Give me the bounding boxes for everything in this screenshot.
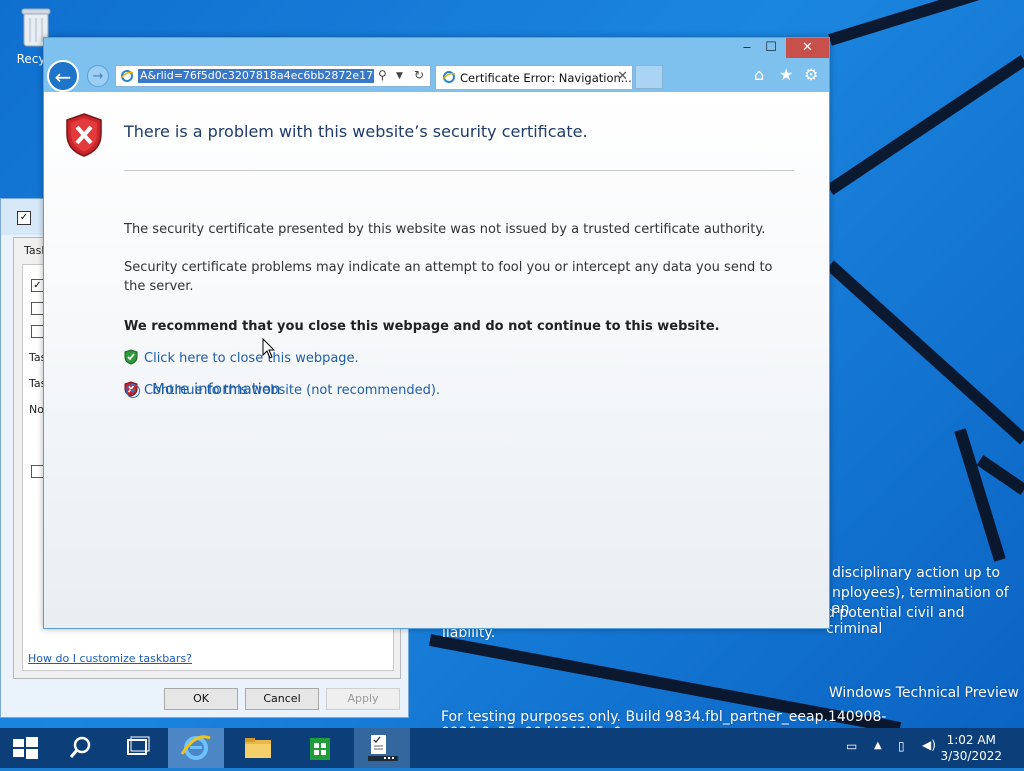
- task-view-button[interactable]: [110, 728, 166, 768]
- legal-text-line-1: disciplinary action up to: [832, 565, 1001, 581]
- address-url[interactable]: A&rlid=76f5d0c3207818a4ec6bb2872e179091: [138, 69, 374, 83]
- new-tab-button[interactable]: [635, 65, 663, 89]
- network-icon[interactable]: ▯: [898, 739, 905, 753]
- properties-checklist-icon: [368, 735, 398, 761]
- checkbox-app-icon: ✓: [17, 211, 31, 225]
- red-shield-x-icon: [66, 113, 102, 157]
- ok-button[interactable]: OK: [164, 688, 238, 710]
- show-hidden-icons-icon[interactable]: ▲: [874, 740, 882, 751]
- file-explorer-button[interactable]: [230, 728, 286, 768]
- error-title: There is a problem with this website’s s…: [124, 122, 588, 141]
- ie-window: ‒ ☐ ✕ ← → A&rlid=76f5d0c3207818a4ec6bb28…: [43, 37, 830, 629]
- taskbar-properties-button[interactable]: [354, 728, 410, 768]
- ie-chrome: ‒ ☐ ✕ ← → A&rlid=76f5d0c3207818a4ec6bb28…: [44, 38, 829, 92]
- ie-content: There is a problem with this website’s s…: [44, 92, 829, 628]
- internet-explorer-icon: [180, 735, 211, 760]
- tab-title: Certificate Error: Navigation...: [460, 71, 632, 85]
- volume-icon[interactable]: ◀): [922, 738, 936, 752]
- minimize-button[interactable]: ‒: [734, 38, 760, 58]
- expand-chevron-icon[interactable]: [126, 384, 140, 398]
- home-icon[interactable]: ⌂: [754, 65, 764, 84]
- ie-taskbar-button[interactable]: [168, 728, 224, 768]
- cancel-button[interactable]: Cancel: [245, 688, 319, 710]
- task-view-icon: [127, 736, 150, 755]
- windows-logo-icon: [13, 737, 38, 759]
- ie-page-icon: [120, 70, 134, 82]
- maximize-button[interactable]: ☐: [758, 38, 784, 58]
- folder-icon: [245, 738, 271, 758]
- help-link-customize-taskbars[interactable]: How do I customize taskbars?: [28, 652, 192, 665]
- dropdown-arrow-icon[interactable]: ▼: [396, 71, 403, 81]
- green-shield-icon: [124, 349, 138, 365]
- back-button[interactable]: ←: [47, 60, 79, 92]
- more-information-link[interactable]: More information: [152, 380, 281, 398]
- error-para-1: The security certificate presented by th…: [124, 222, 766, 237]
- system-clock[interactable]: 1:02 AM 3/30/2022: [940, 732, 1002, 764]
- error-para-2: Security certificate problems may indica…: [124, 260, 773, 294]
- gear-icon[interactable]: ⚙: [804, 65, 818, 84]
- address-bar[interactable]: A&rlid=76f5d0c3207818a4ec6bb2872e179091 …: [115, 65, 431, 87]
- mouse-cursor-icon: [262, 338, 276, 359]
- taskbar: ▭ ▲ ▯ ◀) 1:02 AM 3/30/2022: [0, 728, 1024, 768]
- clock-date: 3/30/2022: [940, 749, 1002, 763]
- action-center-icon[interactable]: ▭: [846, 739, 857, 753]
- search-icon[interactable]: ⚲: [378, 68, 387, 82]
- close-window-button[interactable]: ✕: [786, 38, 829, 58]
- divider: [124, 170, 794, 171]
- close-webpage-link[interactable]: Click here to close this webpage.: [144, 351, 359, 366]
- legal-text-line-3: d potential civil and criminal: [826, 605, 965, 637]
- props-label-3: No: [29, 403, 44, 416]
- refresh-icon[interactable]: ↻: [414, 68, 424, 82]
- tab-certificate-error[interactable]: Certificate Error: Navigation... ✕: [435, 65, 633, 89]
- clock-time: 1:02 AM: [946, 733, 996, 747]
- watermark-title: Windows Technical Preview: [828, 685, 1019, 701]
- apply-button[interactable]: Apply: [326, 688, 400, 710]
- store-icon: [310, 738, 330, 760]
- store-button[interactable]: [292, 728, 348, 768]
- search-icon: [69, 736, 91, 758]
- recommendation-text: We recommend that you close this webpage…: [124, 319, 720, 334]
- search-taskbar-button[interactable]: [52, 728, 108, 768]
- tab-close-icon[interactable]: ✕: [617, 69, 628, 84]
- forward-button[interactable]: →: [87, 65, 109, 87]
- ie-tab-icon: [442, 71, 456, 83]
- watermark-build: For testing purposes only. Build 9834.fb…: [441, 709, 887, 728]
- favorites-star-icon[interactable]: ★: [779, 65, 793, 84]
- start-button[interactable]: [0, 728, 50, 768]
